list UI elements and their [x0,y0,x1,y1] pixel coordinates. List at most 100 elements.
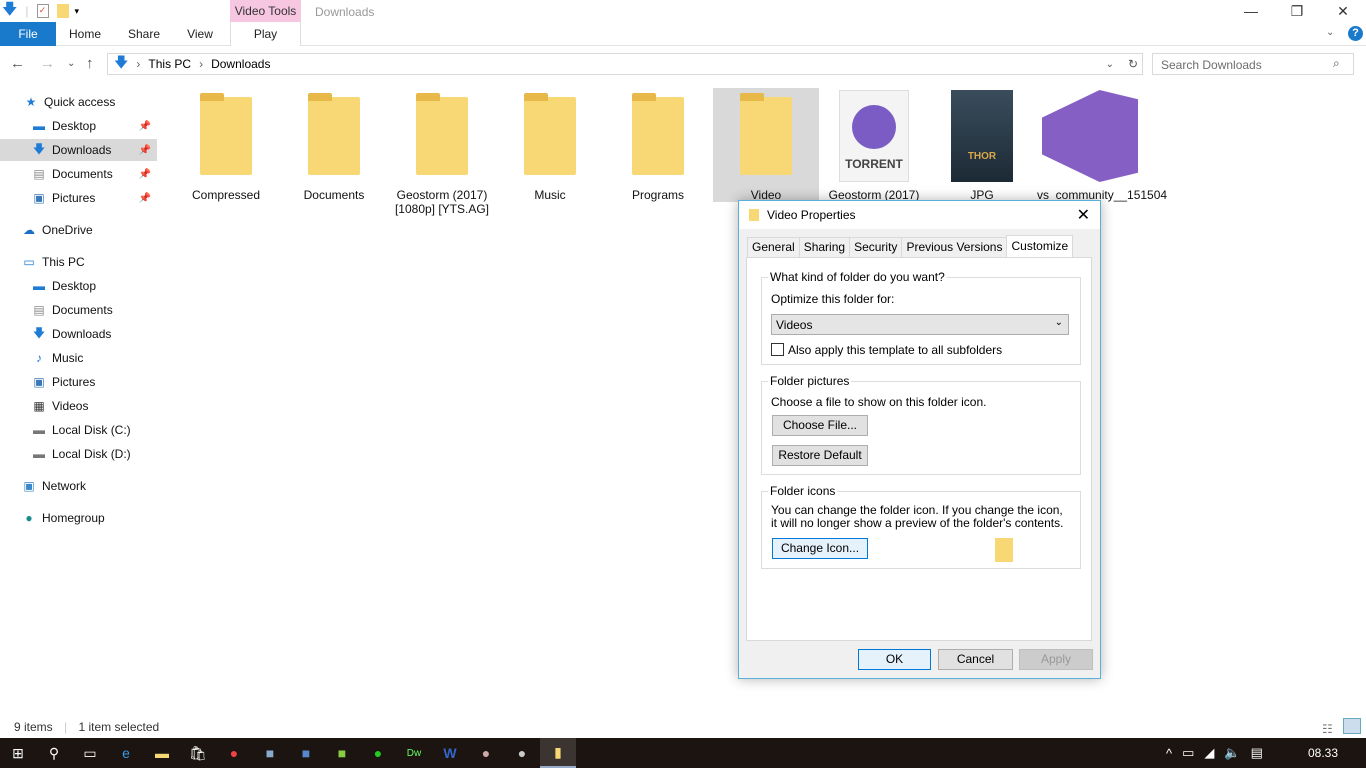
sidebar-item[interactable]: ▣ Pictures 📌 [0,187,157,209]
refresh-icon[interactable]: ↻ [1128,57,1138,71]
recent-locations-icon[interactable]: ⌄ [67,58,75,69]
sidebar-item[interactable]: ▤ Documents 📌 [0,163,157,185]
sidebar-item[interactable]: 🡇 Downloads 📌 [0,139,157,161]
address-dropdown-icon[interactable]: ⌄ [1106,59,1114,70]
sidebar-item[interactable]: ☁ OneDrive [0,219,157,241]
app-icon[interactable]: ■ [252,738,288,768]
sidebar-item[interactable]: ▬ Local Disk (C:) [0,419,157,441]
file-item[interactable]: Programs [605,88,711,202]
action-center-icon[interactable]: ▤ [1251,745,1263,761]
sidebar-item-label: Documents [52,303,113,317]
tab-previous-versions[interactable]: Previous Versions [901,237,1008,257]
close-button[interactable]: ✕ [1320,0,1366,22]
item-count: 9 items [14,720,53,734]
sidebar-item[interactable]: ▣ Network [0,475,157,497]
file-item[interactable]: vs_community__151504 [1037,88,1167,202]
store-icon[interactable]: 🛍 [180,738,216,768]
selection-count: 1 item selected [78,720,160,734]
sidebar-item-label: This PC [42,255,85,269]
tab-play[interactable]: Play [230,22,301,46]
file-item[interactable]: TORRENT Geostorm (2017) [821,88,927,202]
customize-toolbar-icon[interactable]: ▾ [75,6,80,17]
tab-general[interactable]: General [747,237,800,257]
back-button[interactable]: ← [10,55,25,72]
breadcrumb-downloads[interactable]: Downloads [211,57,270,71]
sidebar-item[interactable]: ▦ Videos [0,395,157,417]
change-icon-button[interactable]: Change Icon... [772,538,868,559]
choose-file-button[interactable]: Choose File... [772,415,868,436]
details-view-icon[interactable]: ☷ [1322,720,1333,738]
minimize-button[interactable]: — [1228,0,1274,22]
drive-icon: ▬ [33,423,45,437]
file-explorer-active-icon[interactable]: ▮ [540,738,576,768]
chrome-icon[interactable]: ● [216,738,252,768]
restore-default-button[interactable]: Restore Default [772,445,868,466]
properties-icon[interactable]: ✓ [36,4,49,18]
drive-icon: ▬ [33,447,45,461]
file-item[interactable]: Documents [281,88,387,202]
wifi-icon[interactable]: ◢ [1204,745,1214,761]
sidebar-item[interactable]: ♪ Music [0,347,157,369]
large-icons-view-icon[interactable] [1343,718,1361,734]
tab-view[interactable]: View [178,22,222,46]
tab-file[interactable]: File [0,22,56,46]
address-bar[interactable]: 🡇 › This PC › Downloads ⌄ ↻ [107,53,1143,75]
sidebar-item[interactable]: ▤ Documents [0,299,157,321]
sidebar-item[interactable]: ▬ Local Disk (D:) [0,443,157,465]
sidebar-item-label: Downloads [52,327,112,341]
ok-button[interactable]: OK [858,649,931,670]
sidebar-item-label: Documents [52,167,113,181]
file-item[interactable]: Compressed [173,88,279,202]
clock[interactable]: 08.33 [1308,746,1338,760]
file-explorer-icon[interactable]: ▬ [144,738,180,768]
battery-icon[interactable]: ▭ [1182,745,1194,761]
search-input[interactable]: Search Downloads [1152,53,1354,75]
apply-button[interactable]: Apply [1019,649,1093,670]
paint-icon[interactable]: ● [504,738,540,768]
optimize-select[interactable]: Videos ⌄ [771,314,1069,335]
file-item[interactable]: Geostorm (2017) [1080p] [YTS.AG] [389,88,495,216]
word-icon[interactable]: W [432,738,468,768]
android-icon[interactable]: ■ [324,738,360,768]
sidebar-item[interactable]: 🡇 Downloads [0,323,157,345]
line-icon[interactable]: ● [360,738,396,768]
apply-subfolders-checkbox[interactable] [771,343,784,356]
file-item[interactable]: Music [497,88,603,202]
sidebar-item[interactable]: ▭ This PC [0,251,157,273]
up-button[interactable]: ↑ [86,55,94,72]
show-hidden-icons[interactable]: ^ [1166,746,1172,761]
dialog-close-button[interactable]: ✕ [1077,205,1090,225]
expand-ribbon-icon[interactable]: ⌄ [1326,27,1334,38]
file-item[interactable]: THOR JPG [929,88,1035,202]
tab-customize[interactable]: Customize [1006,235,1074,257]
app-icon[interactable]: ■ [288,738,324,768]
volume-icon[interactable]: 🔈 [1224,745,1240,761]
task-view-icon[interactable]: ▭ [72,738,108,768]
app-icon[interactable]: ● [468,738,504,768]
forward-button[interactable]: → [40,55,55,72]
tab-security[interactable]: Security [849,237,903,257]
folder-icon [497,88,603,184]
cancel-button[interactable]: Cancel [938,649,1013,670]
sidebar-item[interactable]: ▬ Desktop 📌 [0,115,157,137]
tab-share[interactable]: Share [120,22,168,46]
search-icon[interactable]: ⚲ [36,738,72,768]
customize-panel: What kind of folder do you want? Optimiz… [746,257,1092,641]
file-name: Programs [631,188,684,202]
restore-button[interactable]: ❐ [1274,0,1320,22]
start-button[interactable]: ⊞ [0,738,36,768]
file-item[interactable]: Video [713,88,819,202]
sidebar-item[interactable]: ▣ Pictures [0,371,157,393]
tab-sharing[interactable]: Sharing [798,237,851,257]
help-icon[interactable]: ? [1348,26,1363,41]
sidebar-item[interactable]: ● Homegroup [0,507,157,529]
search-icon: ⌕ [1333,56,1340,70]
sidebar-item[interactable]: ★ Quick access [0,91,157,113]
dreamweaver-icon[interactable]: Dw [396,738,432,768]
breadcrumb-this-pc[interactable]: This PC [148,57,191,71]
edge-icon[interactable]: e [108,738,144,768]
new-folder-icon[interactable] [56,4,69,18]
tab-home[interactable]: Home [60,22,110,46]
download-icon[interactable]: 🡇 [2,0,17,24]
sidebar-item[interactable]: ▬ Desktop [0,275,157,297]
